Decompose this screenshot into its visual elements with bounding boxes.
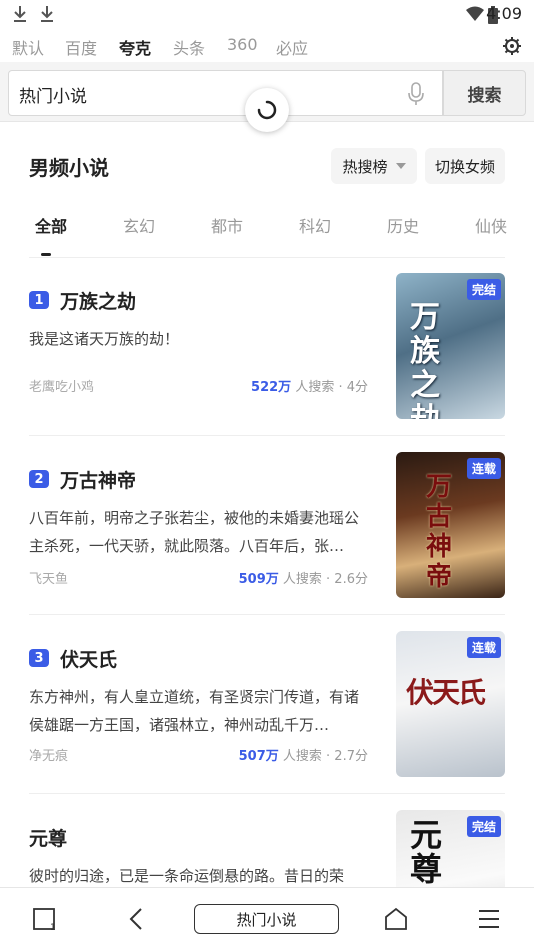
rank-badge: 2 (29, 470, 49, 488)
heat-suffix: 人搜索 · 2.6分 (278, 572, 368, 587)
book-cover: 元尊 完结 (396, 810, 505, 887)
switch-female-button[interactable]: 切换女频 (425, 148, 505, 184)
engine-baidu[interactable]: 百度 (65, 35, 97, 59)
sort-label: 热搜榜 (342, 157, 388, 176)
home-icon[interactable] (383, 906, 409, 932)
search-button[interactable]: 搜索 (443, 70, 526, 116)
tab-xuanhuan[interactable]: 玄幻 (123, 213, 155, 237)
book-cover: 万族之劫 完结 (396, 273, 505, 419)
divider (29, 435, 505, 436)
svg-text:1: 1 (50, 923, 56, 932)
engine-bing[interactable]: 必应 (276, 35, 308, 59)
tab-indicator (41, 253, 51, 256)
search-input[interactable]: 热门小说 (8, 70, 443, 116)
engine-tabs: 默认 百度 夸克 头条 360 必应 (0, 30, 534, 62)
tab-all[interactable]: 全部 (35, 213, 67, 237)
search-query[interactable]: 热门小说 (19, 82, 87, 107)
sort-dropdown[interactable]: 热搜榜 (331, 148, 417, 184)
engine-quark[interactable]: 夸克 (119, 35, 151, 59)
book-author: 净无痕 (29, 749, 69, 764)
book-description: 彼时的归途，已是一条命运倒悬的路。昔日的荣 (29, 867, 345, 885)
address-bar[interactable]: 热门小说 (194, 904, 339, 934)
divider (29, 793, 505, 794)
wifi-icon (466, 6, 484, 21)
tab-lishi[interactable]: 历史 (387, 213, 419, 237)
heat-count: 509万 (238, 572, 279, 587)
book-title: 元尊 (29, 828, 68, 850)
tab-kehuan[interactable]: 科幻 (299, 213, 331, 237)
book-card[interactable]: 3 伏天氏 东方神州，有人皇立道统，有圣贤宗门传道，有诸侯雄踞一方王国，诸强林立… (0, 621, 534, 799)
loading-spinner (245, 88, 289, 132)
heat-count: 522万 (251, 380, 292, 395)
book-card[interactable]: 1 万族之劫 我是这诸天万族的劫！ 老鹰吃小鸡 522万 人搜索 · 4分 万族… (0, 263, 534, 441)
tab-dushi[interactable]: 都市 (211, 213, 243, 237)
heat-suffix: 人搜索 · 4分 (291, 380, 368, 395)
book-author: 飞天鱼 (29, 572, 69, 587)
cover-title: 伏天氏 (406, 676, 486, 709)
search-heat: 509万 人搜索 · 2.6分 (239, 568, 368, 587)
caret-down-icon (395, 163, 406, 169)
back-icon[interactable] (124, 906, 150, 932)
gear-icon[interactable] (502, 36, 522, 56)
tab-xianxia[interactable]: 仙侠 (475, 213, 507, 237)
book-author: 老鹰吃小鸡 (29, 380, 95, 395)
download-icon (14, 6, 26, 22)
search-heat: 522万 人搜索 · 4分 (251, 376, 368, 395)
status-badge: 完结 (466, 816, 501, 837)
status-badge: 完结 (466, 279, 501, 300)
section-title: 男频小说 (29, 156, 109, 180)
clock: 4:09 (486, 4, 522, 23)
divider (29, 614, 505, 615)
book-cover: 万古神帝 连载 (396, 452, 505, 598)
microphone-icon[interactable] (408, 82, 424, 106)
menu-icon[interactable] (476, 906, 502, 932)
status-badge: 连载 (466, 637, 501, 658)
book-title: 万古神帝 (60, 470, 137, 492)
rank-badge: 1 (29, 291, 49, 309)
cover-title: 元尊 (410, 816, 443, 887)
cover-title: 万族之劫 (410, 300, 440, 420)
heat-count: 507万 (238, 749, 279, 764)
search-heat: 507万 人搜索 · 2.7分 (239, 745, 368, 764)
rank-badge: 3 (29, 649, 49, 667)
engine-default[interactable]: 默认 (12, 35, 44, 59)
download-icon (41, 6, 53, 22)
status-badge: 连载 (466, 458, 501, 479)
divider (29, 257, 505, 258)
engine-360[interactable]: 360 (227, 35, 258, 54)
cover-title: 万古神帝 (426, 472, 453, 592)
tabs-icon[interactable]: 1 (32, 906, 58, 932)
book-card[interactable]: 元尊 彼时的归途，已是一条命运倒悬的路。昔日的荣 元尊 完结 (0, 800, 534, 887)
bottom-toolbar: 1 热门小说 (0, 887, 534, 949)
book-title: 伏天氏 (60, 649, 118, 671)
spinner-icon (257, 100, 277, 120)
book-card[interactable]: 2 万古神帝 八百年前，明帝之子张若尘，被他的未婚妻池瑶公主杀死，一代天骄，就此… (0, 442, 534, 620)
book-description: 我是这诸天万族的劫！ (29, 330, 180, 348)
heat-suffix: 人搜索 · 2.7分 (278, 749, 368, 764)
status-bar: 4:09 (0, 0, 534, 30)
book-cover: 伏天氏 连载 (396, 631, 505, 777)
engine-toutiao[interactable]: 头条 (173, 35, 205, 59)
book-title: 万族之劫 (60, 291, 137, 313)
book-description: 东方神州，有人皇立道统，有圣贤宗门传道，有诸侯雄踞一方王国，诸强林立，神州动乱千… (29, 688, 360, 734)
book-description: 八百年前，明帝之子张若尘，被他的未婚妻池瑶公主杀死，一代天骄，就此陨落。八百年后… (29, 509, 360, 555)
